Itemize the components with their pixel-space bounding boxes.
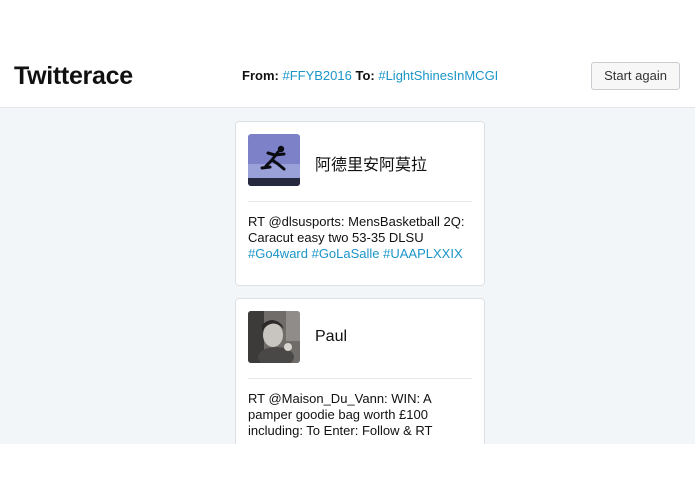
avatar[interactable] bbox=[248, 311, 300, 363]
to-hashtag-link[interactable]: #LightShinesInMCGI bbox=[378, 68, 498, 83]
tweet-text: RT @Maison_Du_Vann: WIN: A pamper goodie… bbox=[248, 391, 474, 439]
tweet-feed[interactable]: 阿德里安阿莫拉 RT @dlsusports: MensBasketball 2… bbox=[0, 108, 695, 444]
divider bbox=[248, 378, 472, 379]
running-figure-avatar-icon bbox=[248, 134, 300, 186]
tweet-body: RT @Maison_Du_Vann: WIN: A pamper goodie… bbox=[248, 391, 433, 438]
app-window: Twitterace From: #FFYB2016 To: #LightShi… bbox=[0, 0, 695, 494]
tweet-text: RT @dlsusports: MensBasketball 2Q: Carac… bbox=[248, 214, 474, 262]
start-again-button[interactable]: Start again bbox=[591, 62, 680, 90]
tweet-username[interactable]: 阿德里安阿莫拉 bbox=[315, 151, 427, 175]
to-label: To: bbox=[355, 68, 375, 83]
bottom-blank-area bbox=[0, 444, 695, 494]
person-photo-avatar-icon bbox=[248, 311, 300, 363]
tweet-username[interactable]: Paul bbox=[315, 328, 347, 346]
tweet-hashtags-link[interactable]: #Go4ward #GoLaSalle #UAAPLXXIX bbox=[248, 246, 463, 261]
tweet-body: RT @dlsusports: MensBasketball 2Q: Carac… bbox=[248, 214, 465, 245]
avatar[interactable] bbox=[248, 134, 300, 186]
route-summary: From: #FFYB2016 To: #LightShinesInMCGI bbox=[242, 68, 498, 83]
divider bbox=[248, 201, 472, 202]
from-hashtag-link[interactable]: #FFYB2016 bbox=[282, 68, 351, 83]
header-bar: Twitterace From: #FFYB2016 To: #LightShi… bbox=[0, 46, 695, 108]
from-label: From: bbox=[242, 68, 279, 83]
tweet-card: 阿德里安阿莫拉 RT @dlsusports: MensBasketball 2… bbox=[235, 121, 485, 286]
tweet-card: Paul RT @Maison_Du_Vann: WIN: A pamper g… bbox=[235, 298, 485, 444]
app-title: Twitterace bbox=[14, 62, 133, 90]
